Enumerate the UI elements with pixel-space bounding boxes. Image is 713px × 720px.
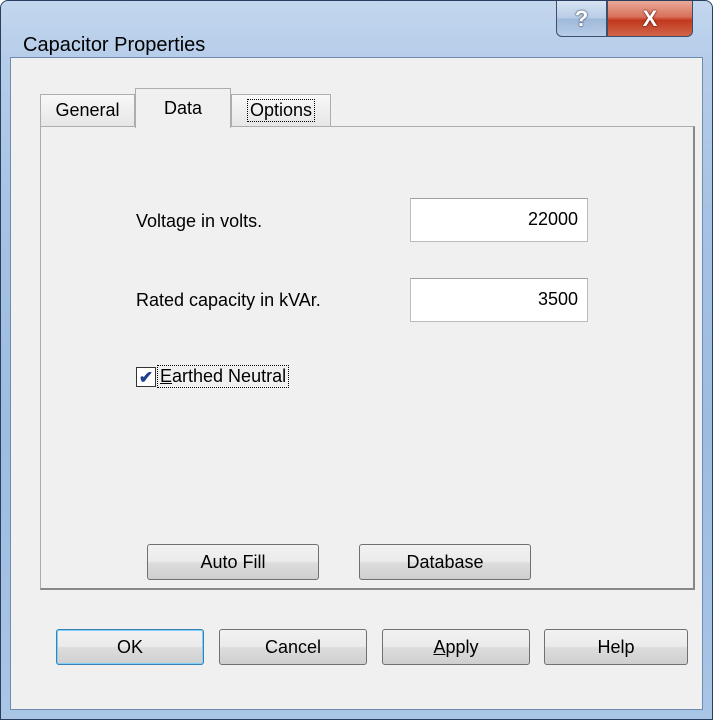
data-tab-panel: Voltage in volts. 22000 Rated capacity i…: [40, 126, 695, 590]
database-button[interactable]: Database: [359, 544, 531, 580]
cancel-button[interactable]: Cancel: [219, 629, 367, 665]
ok-button[interactable]: OK: [56, 629, 204, 665]
capacity-input[interactable]: 3500: [410, 278, 588, 322]
help-icon[interactable]: ?: [556, 1, 607, 37]
close-icon[interactable]: X: [607, 1, 693, 37]
voltage-label: Voltage in volts.: [136, 211, 263, 231]
apply-label: Apply: [433, 636, 479, 657]
tab-data[interactable]: Data: [135, 88, 231, 128]
title-bar[interactable]: Capacitor Properties ? X: [1, 1, 712, 56]
dialog-client-area: General Data Options Voltage in volts. 2…: [10, 57, 703, 710]
database-label: Database: [406, 551, 484, 572]
tab-general[interactable]: General: [40, 94, 135, 126]
capacity-label: Rated capacity in kVAr.: [136, 290, 321, 310]
checkmark-icon: ✔: [138, 367, 154, 387]
help-button[interactable]: Help: [544, 629, 688, 665]
help-label: Help: [597, 636, 635, 657]
tab-options[interactable]: Options: [231, 94, 331, 126]
dialog-window: Capacitor Properties ? X General Data Op…: [0, 0, 713, 720]
auto-fill-button[interactable]: Auto Fill: [147, 544, 319, 580]
voltage-input[interactable]: 22000: [410, 198, 588, 242]
earthed-neutral-checkbox[interactable]: ✔: [136, 367, 156, 387]
ok-label: OK: [116, 636, 143, 657]
auto-fill-label: Auto Fill: [200, 551, 266, 572]
cancel-label: Cancel: [264, 636, 322, 657]
window-title: Capacitor Properties: [23, 34, 206, 56]
tab-options-label: Options: [246, 99, 316, 122]
apply-button[interactable]: Apply: [382, 629, 530, 665]
earthed-neutral-label[interactable]: Earthed Neutral: [157, 365, 290, 388]
